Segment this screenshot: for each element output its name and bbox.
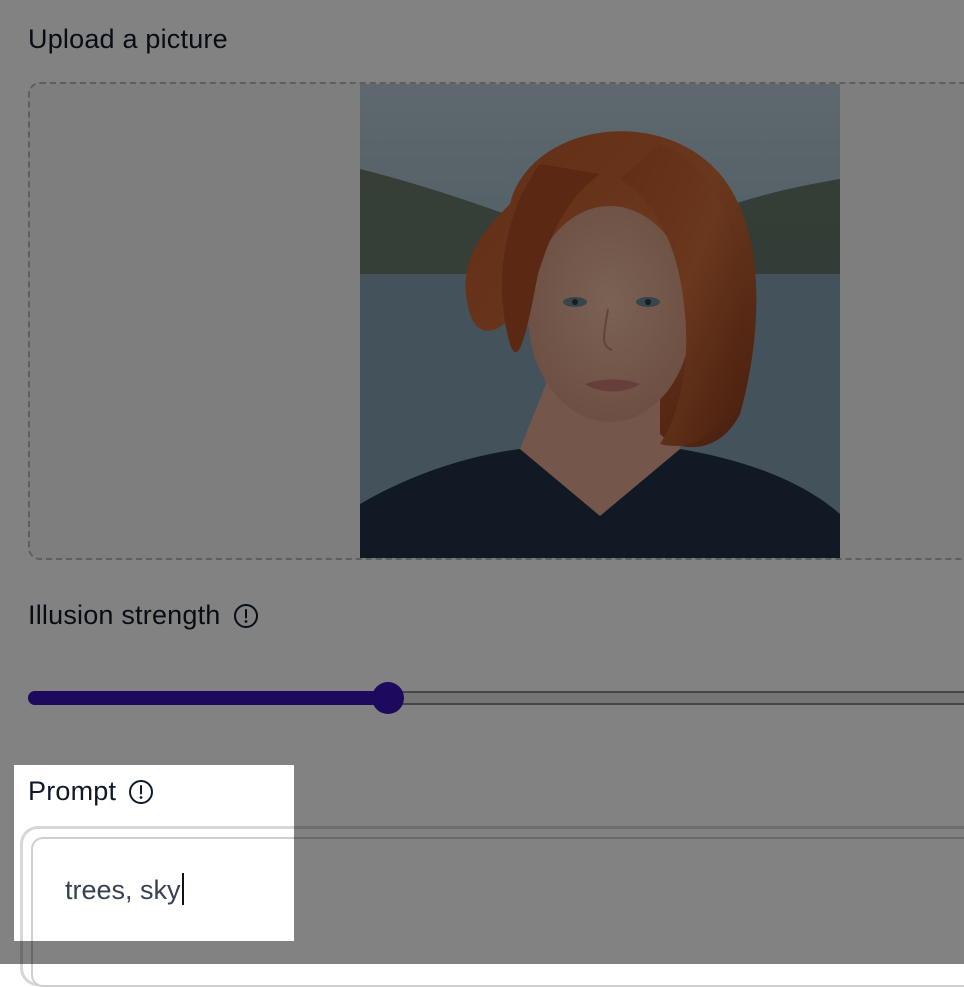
text-caret xyxy=(181,873,184,905)
image-upload-dropzone[interactable] xyxy=(28,82,964,560)
dim-overlay-left xyxy=(0,765,14,941)
form-page: Upload a picture Illusion strength Promp… xyxy=(0,0,964,987)
illusion-strength-label-text: Illusion strength xyxy=(28,600,221,630)
prompt-input-value: trees, sky xyxy=(65,875,181,905)
prompt-input[interactable]: trees, sky xyxy=(31,837,964,987)
prompt-label: Prompt xyxy=(28,776,154,807)
prompt-label-text: Prompt xyxy=(28,776,117,806)
slider-fill xyxy=(28,691,388,705)
uploaded-image xyxy=(360,84,840,558)
upload-label: Upload a picture xyxy=(28,24,228,55)
info-circle-icon[interactable] xyxy=(128,779,154,805)
prompt-focus-ring: trees, sky xyxy=(20,826,964,987)
illusion-strength-slider[interactable] xyxy=(28,680,964,716)
upload-label-text: Upload a picture xyxy=(28,24,228,54)
slider-thumb[interactable] xyxy=(372,682,404,714)
illusion-strength-label: Illusion strength xyxy=(28,600,259,631)
info-circle-icon[interactable] xyxy=(233,603,259,629)
